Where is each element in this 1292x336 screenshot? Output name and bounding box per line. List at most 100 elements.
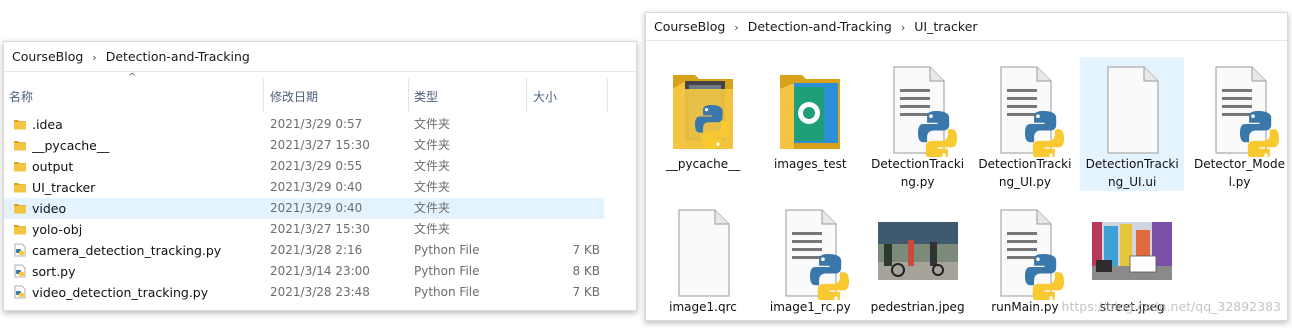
folder-icon — [13, 116, 27, 130]
breadcrumb-detection-and-tracking[interactable]: Detection-and-Tracking — [748, 19, 892, 34]
address-bar[interactable]: CourseBlog › Detection-and-Tracking — [4, 42, 636, 72]
file-name-cell[interactable]: camera_detection_tracking.py — [13, 240, 221, 261]
file-list-row[interactable]: output 2021/3/29 0:55 文件夹 — [4, 156, 636, 177]
file-name: yolo-obj — [32, 222, 83, 237]
file-list: .idea 2021/3/29 0:57 文件夹 __pycache__ 202… — [4, 114, 636, 303]
file-tile[interactable]: image1.qrc — [651, 200, 755, 320]
file-name: output — [32, 159, 74, 174]
file-tile[interactable]: DetectionTracking.py — [866, 57, 970, 191]
breadcrumb-ui-tracker[interactable]: UI_tracker — [914, 19, 977, 34]
folder-images-icon — [770, 61, 850, 157]
file-list-row[interactable]: video_detection_tracking.py 2021/3/28 23… — [4, 282, 636, 303]
file-name-cell[interactable]: __pycache__ — [13, 135, 109, 156]
file-type: Python File — [414, 243, 480, 257]
file-type: 文件夹 — [414, 159, 451, 173]
file-tile[interactable]: DetectionTracking_UI.ui — [1080, 57, 1185, 191]
file-type: 文件夹 — [414, 138, 451, 152]
photo-street-icon — [1084, 204, 1181, 300]
file-type: 文件夹 — [414, 222, 451, 236]
breadcrumb-separator-icon: › — [92, 51, 97, 64]
file-type: Python File — [414, 285, 480, 299]
file-list-row[interactable]: __pycache__ 2021/3/27 15:30 文件夹 — [4, 135, 636, 156]
file-tile-label: images_test — [773, 157, 847, 171]
file-tile-label: __pycache__ — [665, 157, 741, 171]
file-tile[interactable]: images_test — [758, 57, 862, 191]
file-modified-date: 2021/3/29 0:55 — [270, 159, 363, 173]
address-bar[interactable]: CourseBlog › Detection-and-Tracking › UI_tra… — [646, 13, 1287, 41]
file-name: __pycache__ — [32, 138, 110, 153]
file-tile[interactable]: __pycache__ — [651, 57, 755, 191]
folder-icon — [13, 221, 27, 235]
file-name: video_detection_tracking.py — [32, 285, 209, 300]
folder-icon — [13, 158, 27, 172]
file-name-cell[interactable]: .idea — [13, 114, 63, 135]
file-tile-label: image1.qrc — [669, 300, 737, 314]
breadcrumb-courseblog[interactable]: CourseBlog — [12, 49, 83, 64]
icon-view-window: CourseBlog › Detection-and-Tracking › UI_tra… — [645, 12, 1288, 321]
file-tile[interactable]: pedestrian.jpeg — [866, 200, 970, 320]
breadcrumb-separator-icon: › — [900, 21, 906, 34]
file-modified-date: 2021/3/14 23:00 — [270, 264, 370, 278]
file-list-row[interactable]: yolo-obj 2021/3/27 15:30 文件夹 — [4, 219, 636, 240]
file-modified-date: 2021/3/28 23:48 — [270, 285, 370, 299]
file-modified-date: 2021/3/28 2:16 — [270, 243, 363, 257]
folder-icon — [13, 137, 27, 151]
breadcrumb-detection-and-tracking[interactable]: Detection-and-Tracking — [106, 49, 250, 64]
file-tile-label: pedestrian.jpeg — [870, 300, 965, 314]
python-file-icon — [13, 242, 27, 257]
details-view-window: CourseBlog › Detection-and-Tracking ^ 名称 修… — [3, 41, 637, 311]
file-modified-date: 2021/3/29 0:40 — [270, 180, 363, 194]
file-tile[interactable]: DetectionTracking_UI.py — [973, 57, 1077, 191]
python-file-icon — [13, 263, 27, 278]
file-name-cell[interactable]: UI_tracker — [13, 177, 95, 198]
file-name-cell[interactable]: yolo-obj — [13, 219, 82, 240]
file-list-row[interactable]: sort.py 2021/3/14 23:00 Python File 8 KB — [4, 261, 636, 282]
column-header-date[interactable]: 修改日期 — [265, 78, 409, 112]
photo-pedestrian-icon — [869, 204, 966, 300]
file-name: camera_detection_tracking.py — [32, 243, 222, 258]
python-file-icon — [985, 61, 1065, 161]
file-list-row[interactable]: UI_tracker 2021/3/29 0:40 文件夹 — [4, 177, 636, 198]
file-size: 7 KB — [572, 243, 600, 257]
folder-icon — [13, 179, 27, 193]
column-header-type[interactable]: 类型 — [409, 78, 527, 112]
file-name-cell[interactable]: sort.py — [13, 261, 76, 282]
file-list-row[interactable]: .idea 2021/3/29 0:57 文件夹 — [4, 114, 636, 135]
file-tile[interactable]: Detector_Model.py — [1188, 57, 1288, 191]
file-name-cell[interactable]: video — [13, 198, 66, 219]
blank-file-icon — [663, 204, 743, 300]
file-type: Python File — [414, 264, 480, 278]
file-tile-label: DetectionTracking_UI.py — [978, 157, 1072, 189]
file-size: 8 KB — [572, 264, 600, 278]
column-header-name[interactable]: 名称 — [4, 78, 264, 112]
folder-python-icon — [663, 61, 743, 157]
file-tile-label: DetectionTracking_UI.ui — [1085, 157, 1179, 189]
file-type: 文件夹 — [414, 201, 451, 215]
column-header-size[interactable]: 大小 — [528, 78, 608, 112]
file-type: 文件夹 — [414, 117, 451, 131]
file-tile-label: image1_rc.py — [769, 300, 851, 314]
folder-icon — [13, 200, 27, 214]
file-name-cell[interactable]: output — [13, 156, 73, 177]
file-list-row[interactable]: video 2021/3/29 0:40 文件夹 — [4, 198, 604, 219]
python-file-icon — [985, 204, 1065, 304]
file-size: 7 KB — [572, 285, 600, 299]
file-name: sort.py — [32, 264, 76, 279]
file-type: 文件夹 — [414, 180, 451, 194]
file-modified-date: 2021/3/27 15:30 — [270, 138, 370, 152]
breadcrumb-courseblog[interactable]: CourseBlog — [654, 19, 725, 34]
breadcrumb-separator-icon: › — [734, 21, 739, 34]
file-tile-label: runMain.py — [991, 300, 1059, 314]
python-file-icon — [13, 284, 27, 299]
file-modified-date: 2021/3/29 0:57 — [270, 117, 363, 131]
file-modified-date: 2021/3/29 0:40 — [270, 201, 363, 215]
file-name-cell[interactable]: video_detection_tracking.py — [13, 282, 208, 303]
file-tile[interactable]: image1_rc.py — [758, 200, 862, 320]
python-file-icon — [770, 204, 850, 304]
file-modified-date: 2021/3/27 15:30 — [270, 222, 370, 236]
python-file-icon — [1200, 61, 1280, 161]
file-name: UI_tracker — [32, 180, 96, 195]
watermark-text: https://blog.csdn.net/qq_32892383 — [1061, 299, 1281, 314]
file-list-row[interactable]: camera_detection_tracking.py 2021/3/28 2… — [4, 240, 636, 261]
file-tile-label: DetectionTracking.py — [871, 157, 965, 189]
